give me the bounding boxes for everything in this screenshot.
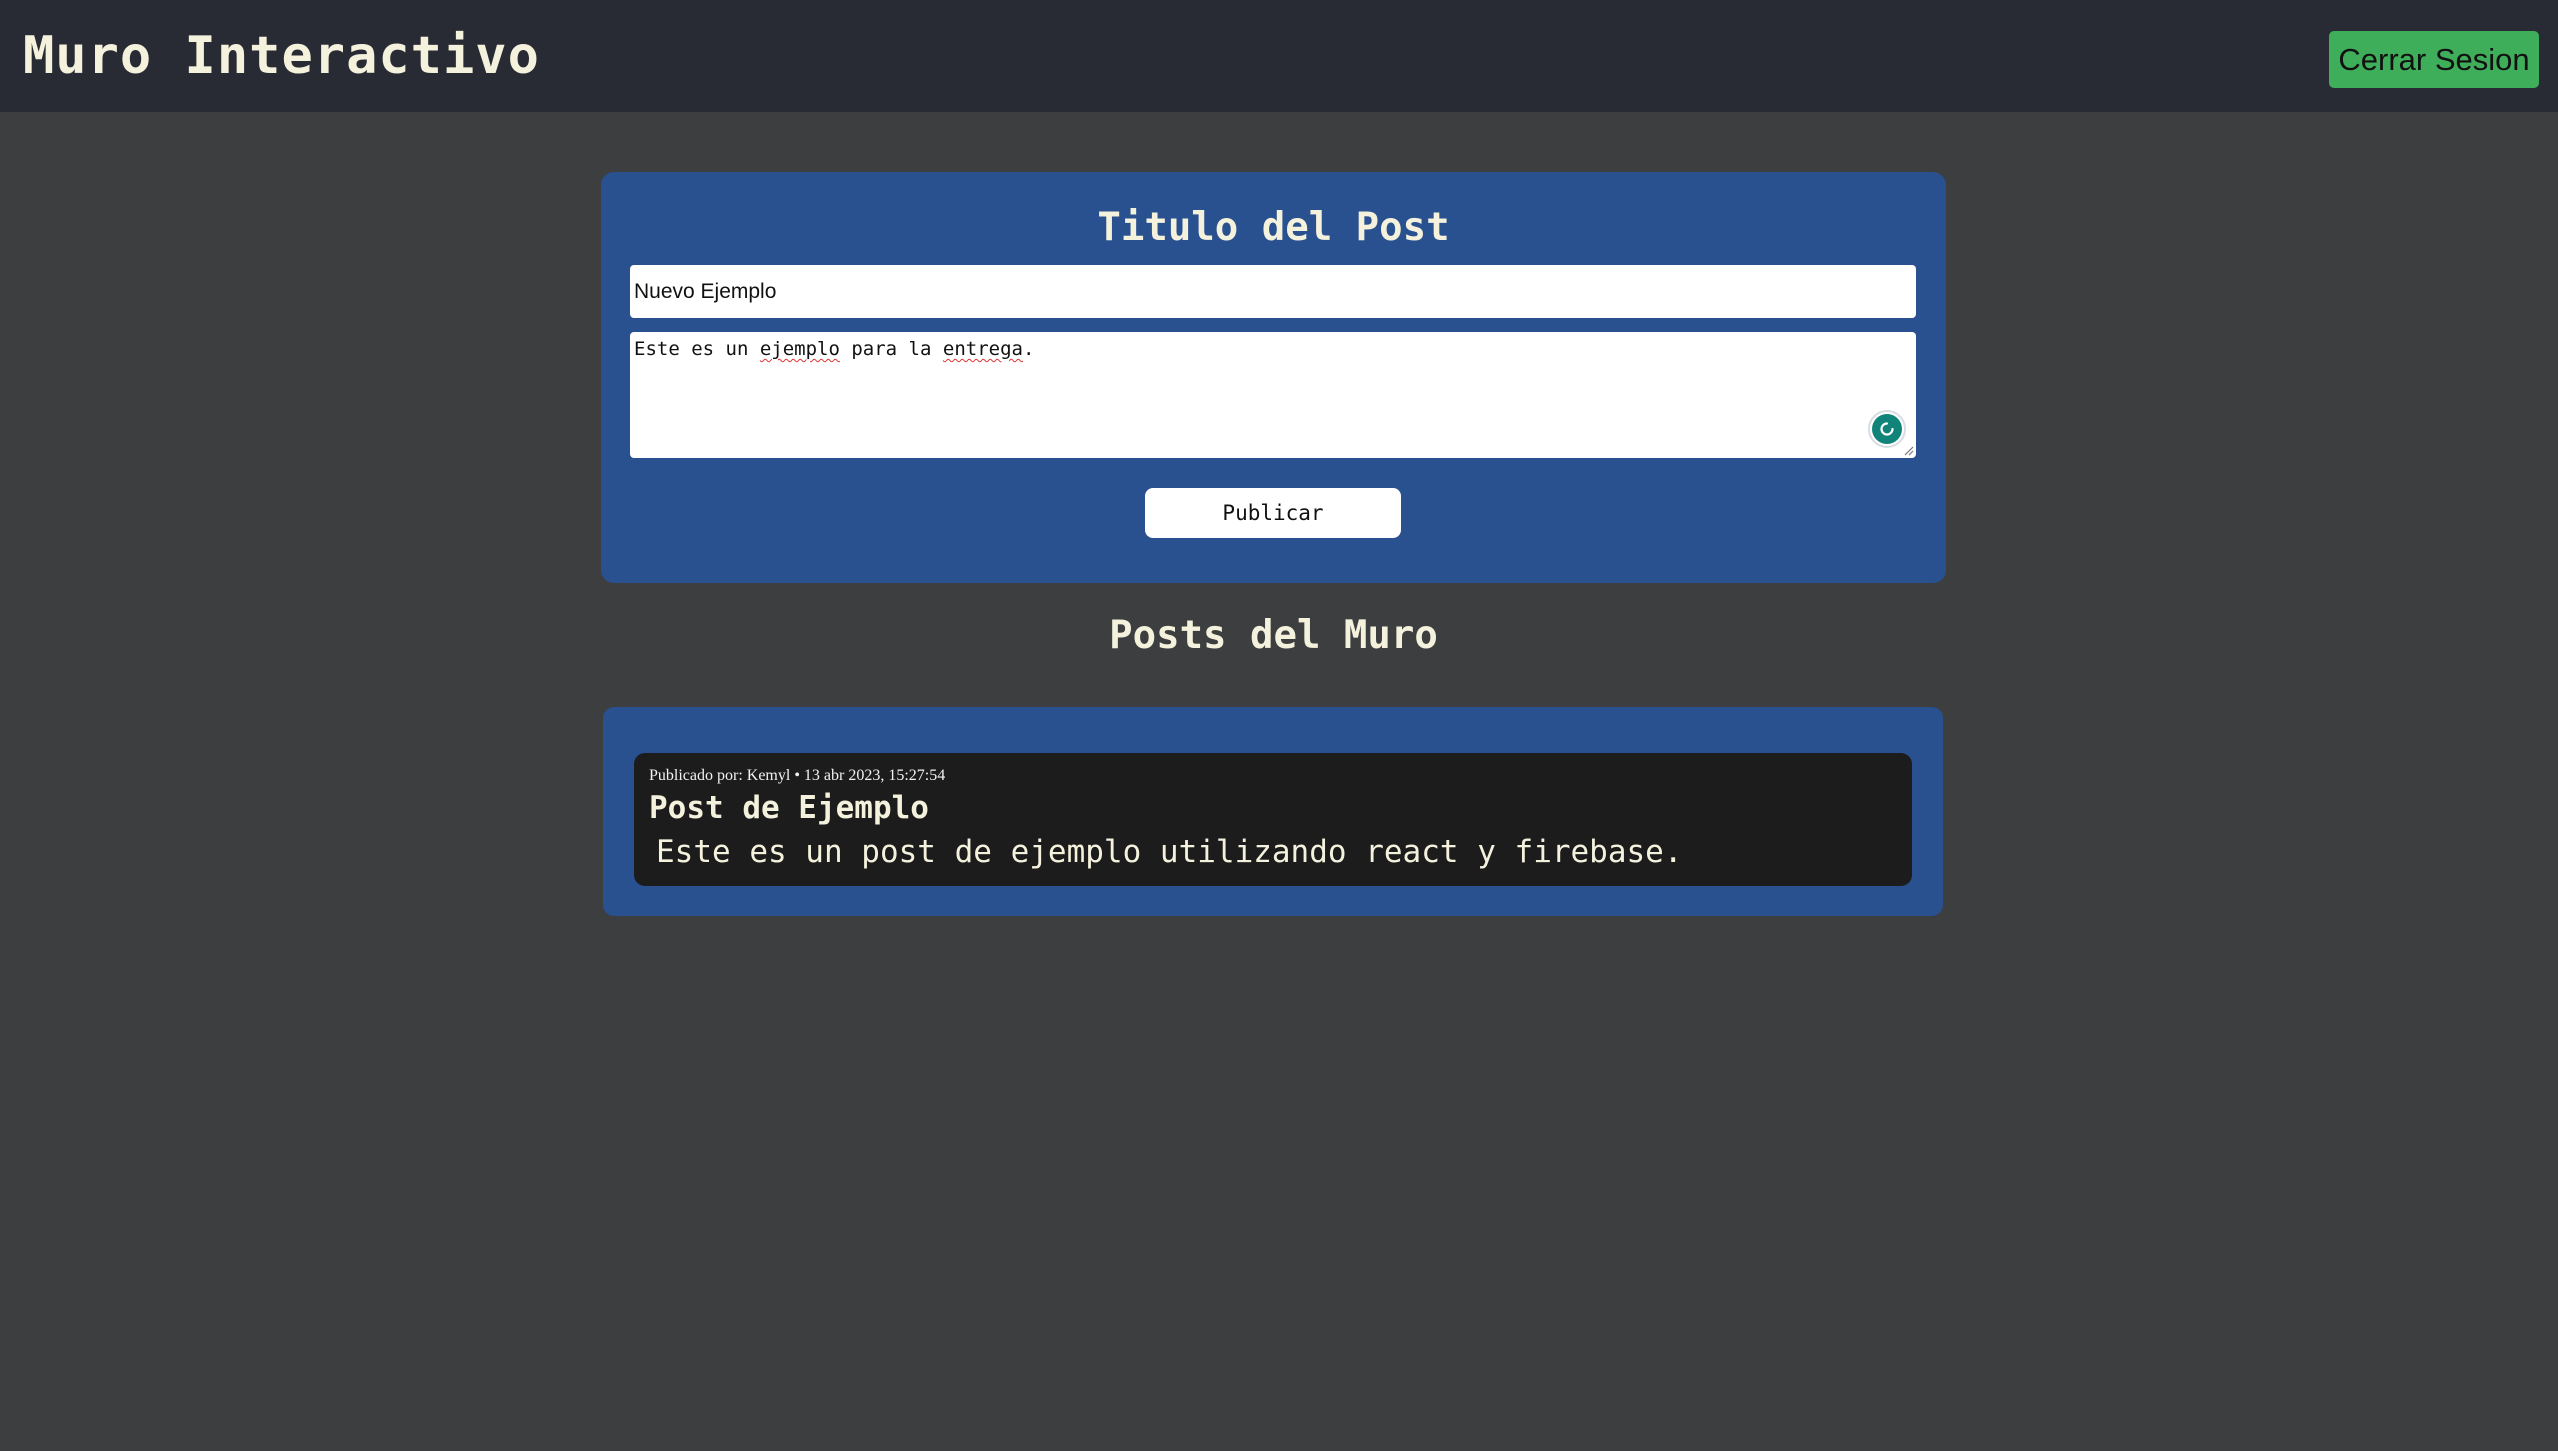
post-card: Publicado por: Kemyl • 13 abr 2023, 15:2… — [634, 753, 1912, 886]
post-body-text: Este es un ejemplo para la entrega. — [634, 332, 1912, 458]
grammar-assistant-icon[interactable] — [1868, 410, 1906, 448]
post-body-textarea[interactable]: Este es un ejemplo para la entrega. — [630, 332, 1916, 458]
composer-heading: Titulo del Post — [1097, 205, 1450, 250]
resize-grip-icon[interactable] — [1902, 444, 1914, 456]
logout-button[interactable]: Cerrar Sesion — [2329, 31, 2539, 88]
posts-list: Publicado por: Kemyl • 13 abr 2023, 15:2… — [603, 707, 1943, 916]
posts-heading: Posts del Muro — [1109, 613, 1438, 658]
top-bar: Muro Interactivo Cerrar Sesion — [0, 0, 2558, 112]
post-meta: Publicado por: Kemyl • 13 abr 2023, 15:2… — [649, 767, 946, 784]
post-title-input[interactable] — [630, 265, 1916, 318]
app-title: Muro Interactivo — [23, 26, 540, 86]
misspelled-word: entrega — [942, 338, 1023, 360]
post-composer: Titulo del Post Este es un ejemplo para … — [601, 172, 1946, 583]
body-text-segment: para la — [839, 338, 943, 360]
misspelled-word: ejemplo — [759, 338, 840, 360]
post-body: Este es un post de ejemplo utilizando re… — [656, 834, 1683, 870]
post-title: Post de Ejemplo — [649, 790, 929, 826]
publish-button[interactable]: Publicar — [1145, 488, 1401, 538]
body-text-segment: Este es un — [634, 338, 760, 360]
body-text-segment: . — [1022, 338, 1035, 360]
